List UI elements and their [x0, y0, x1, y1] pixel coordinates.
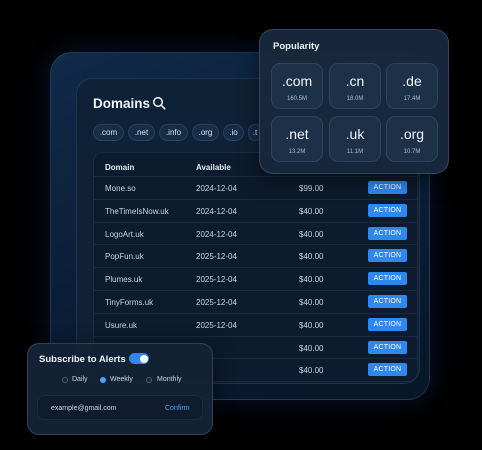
domains-title: Domains	[93, 96, 151, 111]
action-button[interactable]: ACTION	[368, 203, 407, 217]
popularity-tile-net[interactable]: .net 13.2M	[271, 116, 323, 162]
email-value: example@gmail.com	[51, 405, 117, 412]
tld-filter-net[interactable]: .net	[128, 124, 155, 141]
popularity-tld: .cn	[345, 73, 365, 89]
available-date: 2025-12-04	[196, 275, 237, 285]
domain-name: Usure.uk	[105, 320, 138, 330]
popularity-count: 18.0M	[346, 96, 364, 102]
column-header-available: Available	[196, 163, 231, 172]
popularity-tile-de[interactable]: .de 17.4M	[386, 63, 438, 109]
action-button[interactable]: ACTION	[368, 295, 407, 308]
action-button[interactable]: ACTION	[368, 340, 407, 354]
available-date: 2024-12-04	[196, 206, 237, 216]
table-row: Mone.so 2024-12-04 $99.00 ACTION	[94, 176, 417, 199]
subscribe-card: Subscribe to Alerts Daily Weekly Monthly…	[27, 343, 213, 435]
table-row: Usure.uk 2025-12-04 $40.00 ACTION	[94, 312, 417, 336]
domain-price: $40.00	[299, 252, 324, 262]
available-date: 2024-12-04	[196, 229, 237, 239]
popularity-tld: .com	[281, 73, 313, 89]
popularity-tld: .net	[285, 126, 309, 142]
radio-label-daily: Daily	[72, 376, 88, 383]
column-header-domain: Domain	[105, 163, 135, 172]
available-date: 2025-12-04	[196, 252, 237, 262]
popularity-count: 13.2M	[288, 149, 306, 155]
domain-name: LogoArt.uk	[105, 229, 144, 239]
popularity-title: Popularity	[273, 41, 320, 52]
popularity-tld: .de	[402, 73, 422, 89]
popularity-count: 11.1M	[346, 149, 364, 155]
table-row: LogoArt.uk 2024-12-04 $40.00 ACTION	[94, 221, 417, 245]
action-button[interactable]: ACTION	[368, 272, 407, 286]
domain-name: PopFun.uk	[105, 252, 144, 262]
action-button[interactable]: ACTION	[368, 226, 407, 240]
popularity-tile-cn[interactable]: .cn 18.0M	[329, 63, 381, 109]
domain-price: $40.00	[299, 320, 324, 330]
toggle-knob	[139, 354, 148, 363]
radio-label-monthly: Monthly	[157, 376, 182, 383]
available-date: 2025-12-04	[196, 320, 237, 330]
popularity-tile-uk[interactable]: .uk 11.1M	[329, 116, 381, 162]
domain-price: $40.00	[299, 343, 324, 353]
popularity-count: 160.5M	[286, 96, 307, 102]
radio-monthly[interactable]	[146, 377, 152, 383]
popularity-tile-org[interactable]: .org 10.7M	[386, 116, 438, 162]
domain-name: TheTimeIsNow.uk	[105, 206, 169, 216]
radio-label-weekly: Weekly	[110, 376, 133, 383]
table-row: Plumes.uk 2025-12-04 $40.00 ACTION	[94, 267, 417, 290]
popularity-tld: .uk	[345, 126, 365, 142]
search-icon[interactable]	[152, 96, 166, 110]
domain-price: $99.00	[299, 184, 324, 193]
popularity-card: Popularity .com 160.5M .cn 18.0M .de 17.…	[259, 29, 449, 174]
domain-price: $40.00	[299, 298, 324, 307]
tld-filter-com[interactable]: .com	[93, 124, 124, 141]
popularity-tile-com[interactable]: .com 160.5M	[271, 63, 323, 109]
domain-price: $40.00	[299, 206, 324, 216]
tld-filter-org[interactable]: .org	[192, 124, 219, 141]
radio-daily[interactable]	[62, 377, 68, 383]
email-field[interactable]: example@gmail.com Confirm	[37, 395, 203, 420]
popularity-count: 10.7M	[403, 149, 421, 155]
table-row: TinyForms.uk 2025-12-04 $40.00 ACTION	[94, 290, 417, 313]
action-button[interactable]: ACTION	[368, 181, 407, 194]
confirm-button[interactable]: Confirm	[165, 405, 190, 412]
domain-name: Mone.so	[105, 184, 136, 193]
action-button[interactable]: ACTION	[368, 363, 407, 377]
domain-price: $40.00	[299, 229, 324, 239]
domain-name: Plumes.uk	[105, 275, 143, 285]
domain-price: $40.00	[299, 366, 324, 376]
action-button[interactable]: ACTION	[368, 249, 407, 263]
tld-filter-info[interactable]: .info	[159, 124, 188, 141]
action-button[interactable]: ACTION	[368, 317, 407, 331]
subscribe-title: Subscribe to Alerts	[39, 354, 126, 365]
available-date: 2025-12-04	[196, 298, 237, 307]
domain-price: $40.00	[299, 275, 324, 285]
radio-weekly[interactable]	[100, 377, 106, 383]
table-row: TheTimeIsNow.uk 2024-12-04 $40.00 ACTION	[94, 198, 417, 222]
available-date: 2024-12-04	[196, 184, 237, 193]
tld-filter-io[interactable]: .io	[223, 124, 244, 141]
popularity-tld: .org	[399, 126, 425, 142]
domain-name: TinyForms.uk	[105, 298, 154, 307]
popularity-count: 17.4M	[403, 96, 421, 102]
alerts-toggle[interactable]	[129, 353, 149, 364]
table-row: PopFun.uk 2025-12-04 $40.00 ACTION	[94, 244, 417, 267]
